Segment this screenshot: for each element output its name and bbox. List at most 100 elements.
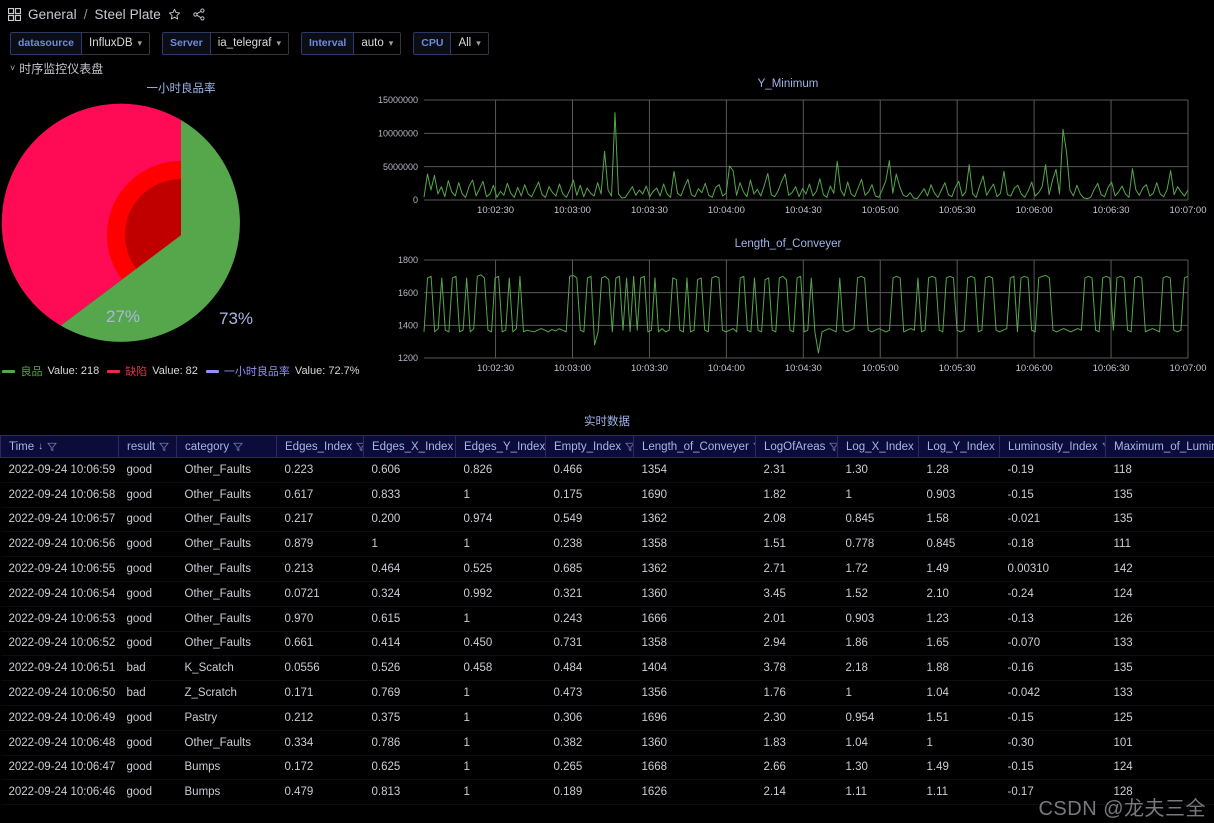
legend-label-defect: 缺陷 xyxy=(125,366,148,378)
table-header-label: result xyxy=(127,440,156,453)
y-tick-label: 0 xyxy=(413,195,418,205)
series-line xyxy=(423,112,1189,200)
table-header-edges-y-index[interactable]: Edges_Y_Index xyxy=(455,435,546,458)
table-cell-edges-x-index: 0.200 xyxy=(363,507,456,533)
table-cell-edges-x-index: 0.375 xyxy=(363,705,456,731)
breadcrumb-folder[interactable]: General xyxy=(28,7,77,22)
grid-icon[interactable] xyxy=(8,7,21,21)
table-header-luminosity-index[interactable]: Luminosity_Index xyxy=(999,435,1106,458)
table-cell-result: good xyxy=(118,507,177,533)
ts1-plot[interactable]: 0 5000000 10000000 15000000 10:02:30 10:03:00… xyxy=(362,90,1214,230)
table-cell-log-y-index: 1.11 xyxy=(918,779,1000,806)
table-cell-time: 2022-09-24 10:06:57 xyxy=(0,507,119,533)
y-tick-label: 1400 xyxy=(398,321,418,331)
legend-item-defect[interactable]: 缺陷 Value: 82 xyxy=(107,363,198,379)
breadcrumb-dashboard-title[interactable]: Steel Plate xyxy=(95,7,161,22)
legend-item-good[interactable]: 良品 Value: 218 xyxy=(2,363,99,379)
x-tick-label: 10:03:00 xyxy=(554,363,591,374)
table-cell-edges-x-index: 0.625 xyxy=(363,755,456,781)
table-header-empty-index[interactable]: Empty_Index xyxy=(545,435,634,458)
filter-icon[interactable] xyxy=(1101,442,1106,452)
table-row[interactable]: 2022-09-24 10:06:52 good Other_Faults 0.661… xyxy=(0,631,1214,657)
table-row[interactable]: 2022-09-24 10:06:55 good Other_Faults 0.213… xyxy=(0,556,1214,582)
filter-icon[interactable] xyxy=(625,442,633,452)
x-tick-label: 10:03:30 xyxy=(631,205,668,216)
y-tick-label: 1600 xyxy=(398,288,418,298)
table-cell-category: Other_Faults xyxy=(176,482,277,508)
variable-cpu: CPU All ▾ xyxy=(413,31,489,55)
x-tick-label: 10:07:00 xyxy=(1170,363,1207,374)
table-cell-empty-index: 0.265 xyxy=(545,755,634,781)
table-row[interactable]: 2022-09-24 10:06:51 bad K_Scatch 0.0556 0.52… xyxy=(0,655,1214,682)
table-cell-result: bad xyxy=(118,680,177,706)
table-row[interactable]: 2022-09-24 10:06:56 good Other_Faults 0.879… xyxy=(0,531,1214,558)
x-tick-label: 10:04:00 xyxy=(708,363,745,374)
table-cell-log-y-index: 1.88 xyxy=(918,655,1000,682)
table-header-logofareas[interactable]: LogOfAreas xyxy=(755,435,838,458)
table-header-time[interactable]: Time ↓ xyxy=(0,435,119,458)
panel-length-of-conveyer: Length_of_Conveyer 1200 1400 1600 1800 10:02… xyxy=(362,238,1214,388)
filter-icon[interactable] xyxy=(233,442,243,452)
table-row[interactable]: 2022-09-24 10:06:54 good Other_Faults 0.072… xyxy=(0,581,1214,607)
y-tick-label: 10000000 xyxy=(378,129,418,139)
variable-picker-cpu[interactable]: All ▾ xyxy=(451,31,489,55)
x-tick-label: 10:05:00 xyxy=(862,363,899,374)
table-cell-empty-index: 0.549 xyxy=(545,507,634,533)
table-cell-length-of-conveyer: 1690 xyxy=(633,482,756,508)
x-tick-label: 10:03:30 xyxy=(631,363,668,374)
star-icon[interactable] xyxy=(168,8,181,21)
table-cell-result: good xyxy=(118,631,177,657)
table-scroll-container[interactable]: Time ↓ result category Edges_Index Edges_X_In… xyxy=(0,435,1214,807)
table-cell-edges-index: 0.217 xyxy=(276,507,364,533)
panel-y-minimum: Y_Minimum 0 5000000 10000000 15000000 10:02:… xyxy=(362,78,1214,238)
table-row[interactable]: 2022-09-24 10:06:59 good Other_Faults 0.223… xyxy=(0,457,1214,483)
filter-icon[interactable] xyxy=(159,442,169,452)
dashboard-row-header[interactable]: ˅ 时序监控仪表盘 xyxy=(0,58,1214,78)
table-row[interactable]: 2022-09-24 10:06:48 good Other_Faults 0.334… xyxy=(0,730,1214,756)
table-header-edges-x-index[interactable]: Edges_X_Index xyxy=(363,435,456,458)
table-cell-luminosity-index: -0.17 xyxy=(999,779,1106,806)
table-header-label: Time xyxy=(9,440,35,453)
table-row[interactable]: 2022-09-24 10:06:57 good Other_Faults 0.217… xyxy=(0,507,1214,533)
table-header-category[interactable]: category xyxy=(176,435,277,458)
table-cell-category: Other_Faults xyxy=(176,507,277,533)
table-cell-time: 2022-09-24 10:06:51 xyxy=(0,655,119,682)
variable-picker-server[interactable]: ia_telegraf ▾ xyxy=(210,31,289,55)
pie-chart[interactable]: 73% 27% xyxy=(0,96,362,361)
table-cell-luminosity-index: -0.15 xyxy=(999,755,1106,781)
variable-picker-datasource[interactable]: InfluxDB ▾ xyxy=(82,31,151,55)
table-header-result[interactable]: result xyxy=(118,435,177,458)
table-header-edges-index[interactable]: Edges_Index xyxy=(276,435,364,458)
table-row[interactable]: 2022-09-24 10:06:53 good Other_Faults 0.970… xyxy=(0,606,1214,632)
filter-icon[interactable] xyxy=(829,442,837,452)
table-header-maximum-of-luminosity[interactable]: Maximum_of_Luminosity xyxy=(1105,435,1214,458)
x-tick-label: 10:06:30 xyxy=(1093,363,1130,374)
table-cell-edges-index: 0.212 xyxy=(276,705,364,731)
table-cell-log-y-index: 1.04 xyxy=(918,680,1000,706)
table-cell-category: Other_Faults xyxy=(176,531,277,558)
table-header-log-y-index[interactable]: Log_Y_Index xyxy=(918,435,1000,458)
table-cell-edges-x-index: 0.324 xyxy=(363,581,456,607)
share-icon[interactable] xyxy=(192,8,206,21)
table-cell-empty-index: 0.685 xyxy=(545,556,634,582)
filter-icon[interactable] xyxy=(356,442,363,452)
table-cell-luminosity-index: -0.19 xyxy=(999,457,1106,483)
table-cell-maximum-of-luminosity: 135 xyxy=(1105,507,1214,533)
table-row[interactable]: 2022-09-24 10:06:46 good Bumps 0.479 0.813 1 0… xyxy=(0,779,1214,806)
table-header-length-of-conveyer[interactable]: Length_of_Conveyer xyxy=(633,435,756,458)
ts2-plot[interactable]: 1200 1400 1600 1800 10:02:30 10:03:00 10:03:30… xyxy=(362,250,1214,383)
filter-icon[interactable] xyxy=(47,442,57,452)
table-row[interactable]: 2022-09-24 10:06:49 good Pastry 0.212 0.375 1… xyxy=(0,705,1214,731)
variable-picker-interval[interactable]: auto ▾ xyxy=(354,31,402,55)
table-row[interactable]: 2022-09-24 10:06:50 bad Z_Scratch 0.171 0.76… xyxy=(0,680,1214,706)
table-header-log-x-index[interactable]: Log_X_Index xyxy=(837,435,919,458)
table-row[interactable]: 2022-09-24 10:06:47 good Bumps 0.172 0.625 1 0… xyxy=(0,755,1214,781)
sort-descending-icon[interactable]: ↓ xyxy=(38,441,43,452)
variable-label-interval: Interval xyxy=(300,31,355,55)
table-cell-luminosity-index: -0.15 xyxy=(999,705,1106,731)
table-cell-maximum-of-luminosity: 111 xyxy=(1105,531,1214,558)
table-cell-log-x-index: 1.86 xyxy=(837,631,919,657)
legend-item-rate[interactable]: 一小时良品率 Value: 72.7% xyxy=(205,363,360,379)
table-row[interactable]: 2022-09-24 10:06:58 good Other_Faults 0.617… xyxy=(0,482,1214,508)
variable-datasource: datasource InfluxDB ▾ xyxy=(10,31,151,55)
